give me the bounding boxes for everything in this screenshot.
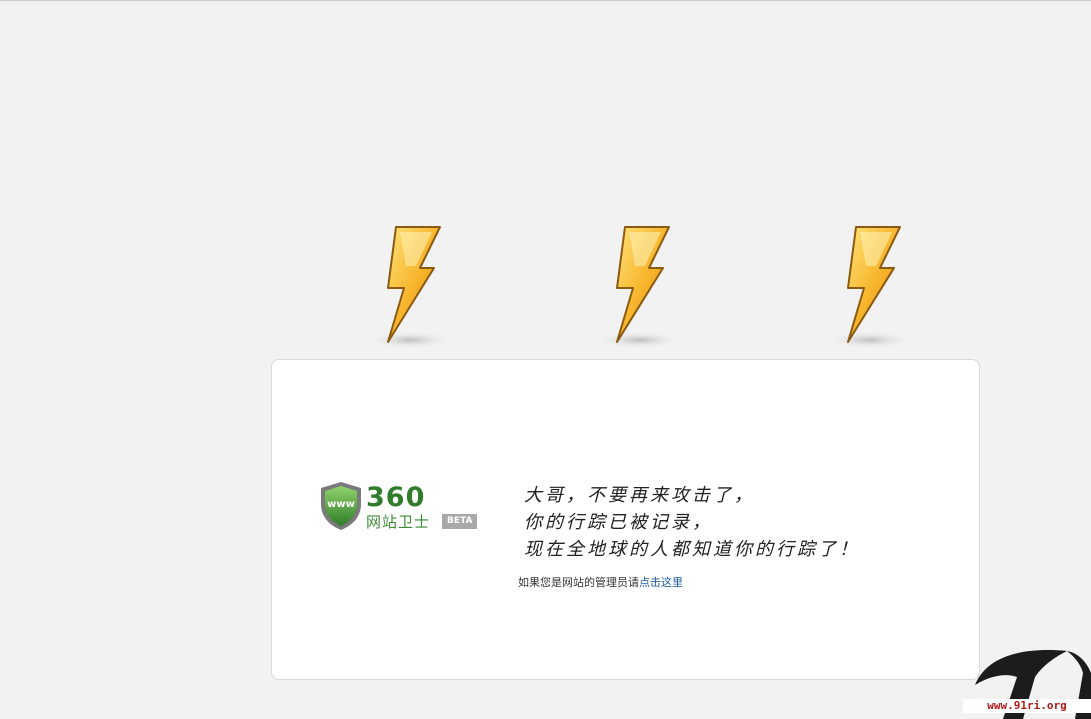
admin-note: 如果您是网站的管理员请点击这里 (518, 576, 683, 590)
admin-note-text: 如果您是网站的管理员请 (518, 576, 639, 589)
message-line: 现在全地球的人都知道你的行踪了！ (524, 539, 860, 560)
block-notice-card: www 360 网站卫士 BETA 大哥，不要再来攻击了， 你的行踪已被记录， … (271, 359, 980, 680)
brand-logo: www 360 网站卫士 BETA (318, 480, 488, 536)
lightning-bolt-icon (362, 224, 462, 354)
message-line: 大哥，不要再来攻击了， (524, 485, 755, 506)
logo-name: 网站卫士 (366, 513, 431, 531)
lightning-bolt-icon (591, 224, 691, 354)
shield-www-text: www (327, 499, 355, 510)
beta-badge: BETA (442, 514, 478, 529)
site-watermark: www.91ri.org (963, 643, 1091, 719)
lightning-bolt-icon (822, 224, 922, 354)
message-line: 你的行踪已被记录， (524, 512, 713, 533)
click-here-link[interactable]: 点击这里 (639, 576, 683, 589)
handwritten-message: 大哥，不要再来攻击了， 你的行踪已被记录， 现在全地球的人都知道你的行踪了！ (524, 482, 944, 563)
top-border (0, 0, 1091, 1)
shield-icon: www (318, 480, 364, 536)
logo-number: 360 (366, 482, 426, 513)
watermark-text: www.91ri.org (963, 699, 1091, 713)
